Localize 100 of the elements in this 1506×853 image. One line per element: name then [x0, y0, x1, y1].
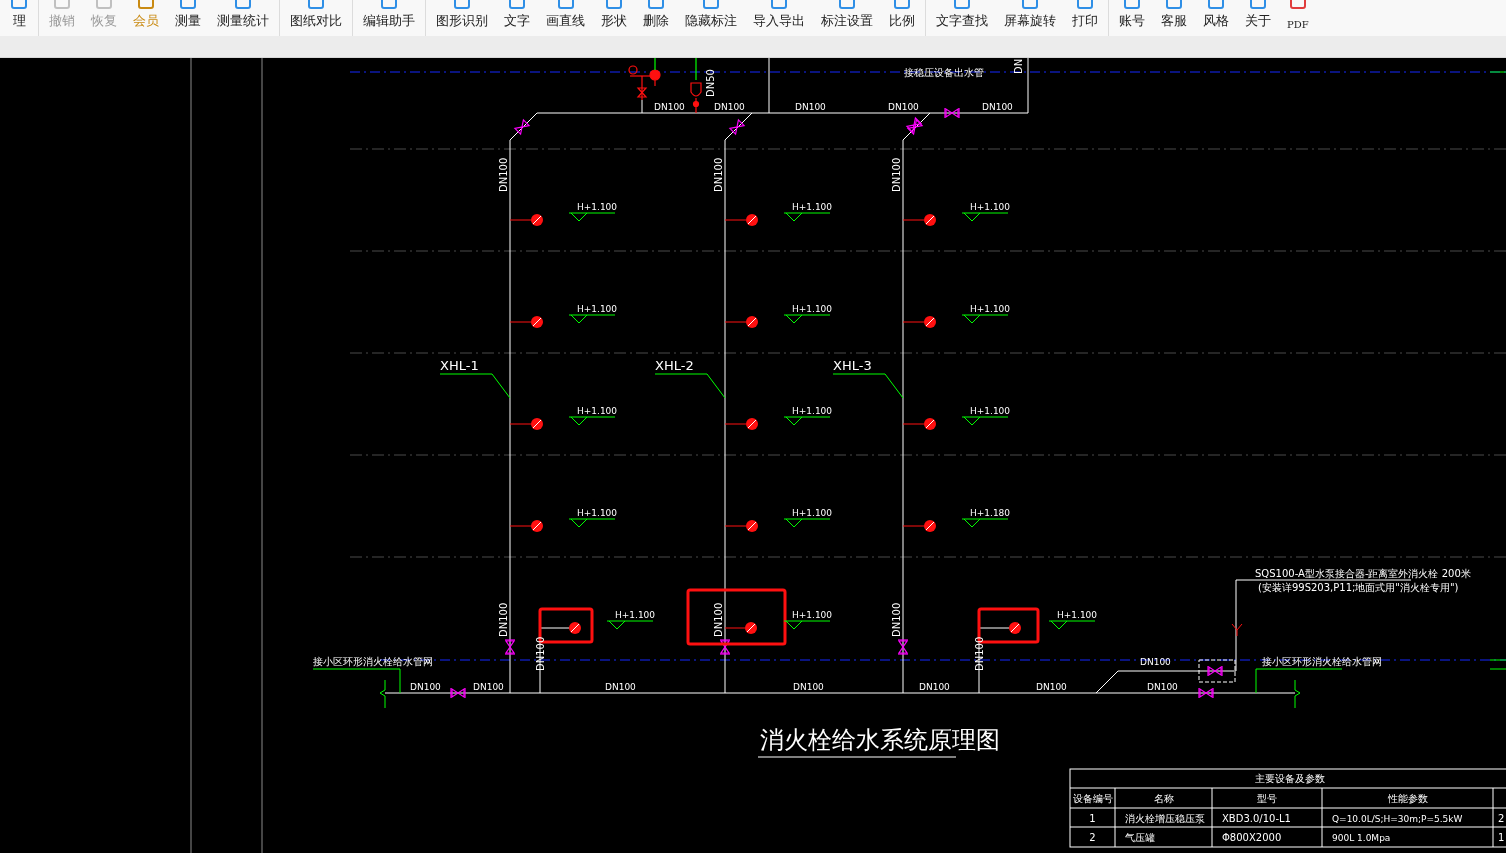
elevation-label: H+1.100	[577, 202, 618, 212]
toolbar-button[interactable]: 理	[2, 0, 36, 36]
elevation-marker-icon	[568, 518, 616, 528]
toolbar-button[interactable]: PDF	[1279, 0, 1317, 36]
table-cell: Q=10.0L/S;H=30m;P=5.5kW	[1332, 814, 1463, 824]
valve-icon	[728, 118, 746, 136]
pipe-size-label: DN100	[654, 102, 685, 112]
pipe-size-label: DN100	[605, 682, 636, 692]
tool-icon	[556, 0, 575, 9]
riser-label: XHL-1	[440, 358, 479, 373]
leader-line	[832, 373, 904, 399]
elevation-label: H+1.180	[970, 508, 1011, 518]
toolbar-button[interactable]: 图形识别	[428, 0, 496, 36]
toolbar-button[interactable]: 比例	[881, 0, 923, 36]
elevation-marker-icon	[961, 518, 1009, 528]
valve-icon	[897, 639, 909, 655]
note-text: 接小区环形消火栓给水管网	[313, 656, 433, 667]
tool-icon	[1165, 0, 1183, 9]
toolbar-button[interactable]: 风格	[1195, 0, 1237, 36]
leader-line	[654, 373, 726, 399]
elevation-marker-icon	[961, 314, 1009, 324]
valve-icon	[944, 107, 960, 119]
toolbar-button[interactable]: 测量	[167, 0, 209, 36]
toolbar-button[interactable]: 账号	[1111, 0, 1153, 36]
tool-icon	[10, 0, 28, 9]
fire-hydrant-icon	[746, 214, 758, 226]
toolbar-button[interactable]: 图纸对比	[282, 0, 350, 36]
elevation-marker-icon	[1048, 620, 1096, 630]
table-cell: 900L 1.0Mpa	[1332, 833, 1391, 843]
tool-icon	[647, 0, 665, 9]
pipe-size-label: DN100	[498, 602, 509, 637]
pipe-size-label: DN100	[1036, 682, 1067, 692]
elevation-marker-icon	[568, 314, 616, 324]
elevation-marker-icon	[961, 212, 1009, 222]
table-cell: 2	[1089, 832, 1096, 843]
pipe-size-label: DN100	[888, 102, 919, 112]
valve-icon	[1198, 687, 1214, 699]
note-text: 接稳压设备出水管	[904, 67, 984, 78]
toolbar-button[interactable]: 删除	[635, 0, 677, 36]
tool-icon	[1288, 0, 1307, 9]
pipe-size-label: DN	[1013, 58, 1024, 74]
fire-hydrant-icon	[924, 418, 936, 430]
toolbar-button[interactable]: 文字查找	[928, 0, 996, 36]
toolbar-button[interactable]: 标注设置	[813, 0, 881, 36]
toolbar-button[interactable]: 客服	[1153, 0, 1195, 36]
pipe-size-label: DN50	[705, 69, 716, 97]
elevation-marker-icon	[783, 518, 831, 528]
tool-icon	[702, 0, 720, 9]
pipe-size-label: DN100	[713, 602, 724, 637]
valve-assembly-drawing	[628, 58, 661, 101]
tool-icon	[1076, 0, 1094, 9]
tool-icon	[307, 0, 325, 9]
table-cell: 气压罐	[1125, 832, 1155, 843]
elevation-label: H+1.100	[577, 508, 618, 518]
pipe-size-label: DN100	[410, 682, 441, 692]
elevation-label: H+1.100	[970, 304, 1011, 314]
fire-hydrant-icon	[531, 316, 543, 328]
toolbar-button[interactable]: 画直线	[538, 0, 593, 36]
note-text: SQS100-A型水泵接合器-距离室外消火栓 200米	[1255, 568, 1471, 579]
fire-hydrant-icon	[746, 520, 758, 532]
toolbar-button[interactable]: 形状	[593, 0, 635, 36]
valve-icon	[450, 687, 466, 699]
pipe-size-label: DN100	[919, 682, 950, 692]
tool-icon	[770, 0, 788, 9]
elevation-label: H+1.100	[615, 610, 656, 620]
elevation-marker-icon	[961, 416, 1009, 426]
pressure-gauge-icon	[690, 58, 702, 114]
toolbar-button[interactable]: 隐藏标注	[677, 0, 745, 36]
tool-icon	[95, 0, 113, 9]
toolbar-button[interactable]: 关于	[1237, 0, 1279, 36]
tool-icon	[605, 0, 623, 9]
pipe-size-label: DN100	[713, 157, 724, 192]
valve-icon	[504, 639, 516, 655]
tool-icon	[137, 0, 155, 9]
elevation-marker-icon	[568, 212, 616, 222]
toolbar-button[interactable]: 屏幕旋转	[996, 0, 1064, 36]
table-header: 性能参数	[1387, 793, 1428, 804]
fire-hydrant-icon	[746, 316, 758, 328]
drawing-title: 消火栓给水系统原理图	[760, 726, 1000, 754]
pipe-size-label: DN100	[795, 102, 826, 112]
fire-hydrant-icon	[531, 214, 543, 226]
riser-label: XHL-2	[655, 358, 694, 373]
toolbar-button[interactable]: 文字	[496, 0, 538, 36]
table-cell: 消火栓增压稳压泵	[1125, 813, 1205, 824]
tool-icon	[53, 0, 71, 9]
pipe-size-label: DN100	[535, 636, 546, 671]
tool-icon	[453, 0, 471, 9]
toolbar-button[interactable]: 测量统计	[209, 0, 277, 36]
tool-icon	[1249, 0, 1267, 9]
pipe-size-label: DN100	[793, 682, 824, 692]
fire-hydrant-icon	[924, 214, 936, 226]
fire-hydrant-icon	[745, 622, 757, 634]
note-text: (安装详99S203,P11;地面式用"消火栓专用")	[1258, 582, 1459, 593]
tool-icon	[1123, 0, 1141, 9]
toolbar-button[interactable]: 导入导出	[745, 0, 813, 36]
toolbar-button[interactable]: 打印	[1064, 0, 1106, 36]
elevation-marker-icon	[783, 416, 831, 426]
elevation-label: H+1.100	[792, 508, 833, 518]
table-title: 主要设备及参数	[1255, 773, 1325, 784]
toolbar-button[interactable]: 编辑助手	[355, 0, 423, 36]
